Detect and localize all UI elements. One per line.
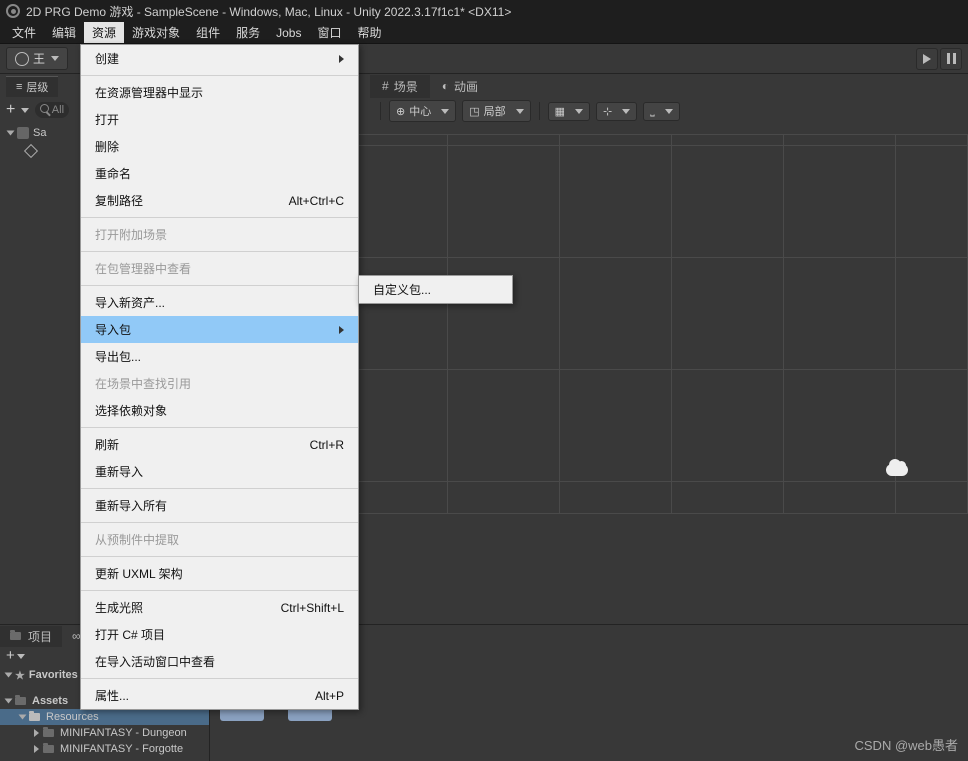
assets-context-menu: 创建在资源管理器中显示打开删除重命名复制路径Alt+Ctrl+C 打开附加场景在包… <box>80 44 359 710</box>
menu-item: 在场景中查找引用 <box>81 370 358 397</box>
chevron-down-icon <box>575 109 583 114</box>
hierarchy-search[interactable]: All <box>35 102 69 118</box>
snap-increment-button[interactable]: ⊹ <box>596 102 637 121</box>
scene-tab-icon: # <box>382 79 389 93</box>
menu-item[interactable]: 在资源管理器中显示 <box>81 79 358 106</box>
folder-row[interactable]: MINIFANTASY - Forgotte <box>0 741 209 757</box>
folder-row[interactable]: MINIFANTASY - Dungeon <box>0 725 209 741</box>
local-icon: ◳ <box>469 105 479 118</box>
scene-icon <box>17 127 29 139</box>
tab-animation[interactable]: ◐动画 <box>430 75 490 98</box>
grid-icon: ▦ <box>555 105 565 118</box>
menu-item[interactable]: 重命名 <box>81 160 358 187</box>
expand-icon[interactable] <box>5 673 13 678</box>
increment-icon: ⊹ <box>603 105 612 118</box>
menu-services[interactable]: 服务 <box>228 22 268 43</box>
chevron-right-icon <box>339 326 344 334</box>
window-title: 2D PRG Demo 游戏 - SampleScene - Windows, … <box>26 3 511 20</box>
menu-item[interactable]: 重新导入 <box>81 458 358 485</box>
snap-button[interactable]: ⎵ <box>643 102 679 121</box>
expand-icon[interactable] <box>34 729 39 737</box>
menu-item: 在包管理器中查看 <box>81 255 358 282</box>
menu-item[interactable]: 删除 <box>81 133 358 160</box>
menu-file[interactable]: 文件 <box>4 22 44 43</box>
play-controls <box>916 48 962 70</box>
play-button[interactable] <box>916 48 938 70</box>
menu-edit[interactable]: 编辑 <box>44 22 84 43</box>
search-icon <box>40 104 49 113</box>
menu-item[interactable]: 导入新资产... <box>81 289 358 316</box>
folder-icon <box>43 745 54 753</box>
menu-item[interactable]: 导入包 <box>81 316 358 343</box>
menu-item[interactable]: 打开 <box>81 106 358 133</box>
pause-button[interactable] <box>940 48 962 70</box>
menu-window[interactable]: 窗口 <box>309 22 349 43</box>
chevron-down-icon <box>51 56 59 61</box>
snap-icon: ⎵ <box>650 105 654 118</box>
expand-icon[interactable] <box>5 699 13 704</box>
tab-scene[interactable]: #场景 <box>370 75 430 98</box>
menu-bar: 文件 编辑 资源 游戏对象 组件 服务 Jobs 窗口 帮助 <box>0 22 968 44</box>
menu-item: 打开附加场景 <box>81 221 358 248</box>
account-name: 王 <box>33 50 45 67</box>
menu-item[interactable]: 生成光照Ctrl+Shift+L <box>81 594 358 621</box>
menu-gameobject[interactable]: 游戏对象 <box>124 22 188 43</box>
folder-icon <box>29 713 40 721</box>
menu-component[interactable]: 组件 <box>188 22 228 43</box>
import-package-submenu: 自定义包... <box>358 275 513 304</box>
pivot-icon: ⊕ <box>396 105 405 118</box>
chevron-down-icon <box>665 109 673 114</box>
avatar-icon <box>15 52 29 66</box>
menu-item[interactable]: 更新 UXML 架构 <box>81 560 358 587</box>
watermark: CSDN @web愚者 <box>855 735 959 754</box>
expand-icon[interactable] <box>34 745 39 753</box>
gameobject-icon <box>24 144 38 158</box>
folder-icon <box>43 729 54 737</box>
menu-item[interactable]: 重新导入所有 <box>81 492 358 519</box>
menu-item[interactable]: 选择依赖对象 <box>81 397 358 424</box>
chevron-down-icon <box>21 108 29 113</box>
hierarchy-icon: ≡ <box>16 81 22 93</box>
menu-item[interactable]: 刷新Ctrl+R <box>81 431 358 458</box>
menu-item[interactable]: 属性...Alt+P <box>81 682 358 709</box>
menu-item[interactable]: 复制路径Alt+Ctrl+C <box>81 187 358 214</box>
menu-item[interactable]: 打开 C# 项目 <box>81 621 358 648</box>
account-dropdown[interactable]: 王 <box>6 47 68 70</box>
menu-help[interactable]: 帮助 <box>349 22 389 43</box>
pivot-rotation-button[interactable]: ◳局部 <box>462 100 530 122</box>
menu-item: 从预制件中提取 <box>81 526 358 553</box>
grid-snap-button[interactable]: ▦ <box>548 102 590 121</box>
expand-icon[interactable] <box>19 715 27 720</box>
star-icon <box>15 669 25 682</box>
chevron-down-icon <box>17 654 25 659</box>
expand-icon[interactable] <box>7 131 15 136</box>
menu-item[interactable]: 在导入活动窗口中查看 <box>81 648 358 675</box>
submenu-item-custom-package[interactable]: 自定义包... <box>359 276 512 303</box>
pause-icon <box>947 53 956 64</box>
menu-item[interactable]: 创建 <box>81 45 358 72</box>
unity-logo-icon <box>6 4 20 18</box>
menu-jobs[interactable]: Jobs <box>268 22 309 43</box>
cloud-icon <box>886 464 908 476</box>
chevron-down-icon <box>622 109 630 114</box>
pivot-mode-button[interactable]: ⊕中心 <box>389 100 456 122</box>
resources-row[interactable]: Resources <box>0 709 209 725</box>
menu-assets[interactable]: 资源 <box>84 22 124 43</box>
folder-icon <box>10 632 21 640</box>
hierarchy-tab[interactable]: ≡ 层级 <box>6 76 58 97</box>
chevron-down-icon <box>516 109 524 114</box>
add-button[interactable]: + <box>6 101 29 119</box>
chevron-right-icon <box>339 55 344 63</box>
chevron-down-icon <box>441 109 449 114</box>
tab-project[interactable]: 项目 <box>0 626 62 647</box>
animation-tab-icon: ◐ <box>442 79 449 93</box>
folder-icon <box>15 697 26 705</box>
window-titlebar: 2D PRG Demo 游戏 - SampleScene - Windows, … <box>0 0 968 22</box>
menu-item[interactable]: 导出包... <box>81 343 358 370</box>
play-icon <box>923 54 931 64</box>
